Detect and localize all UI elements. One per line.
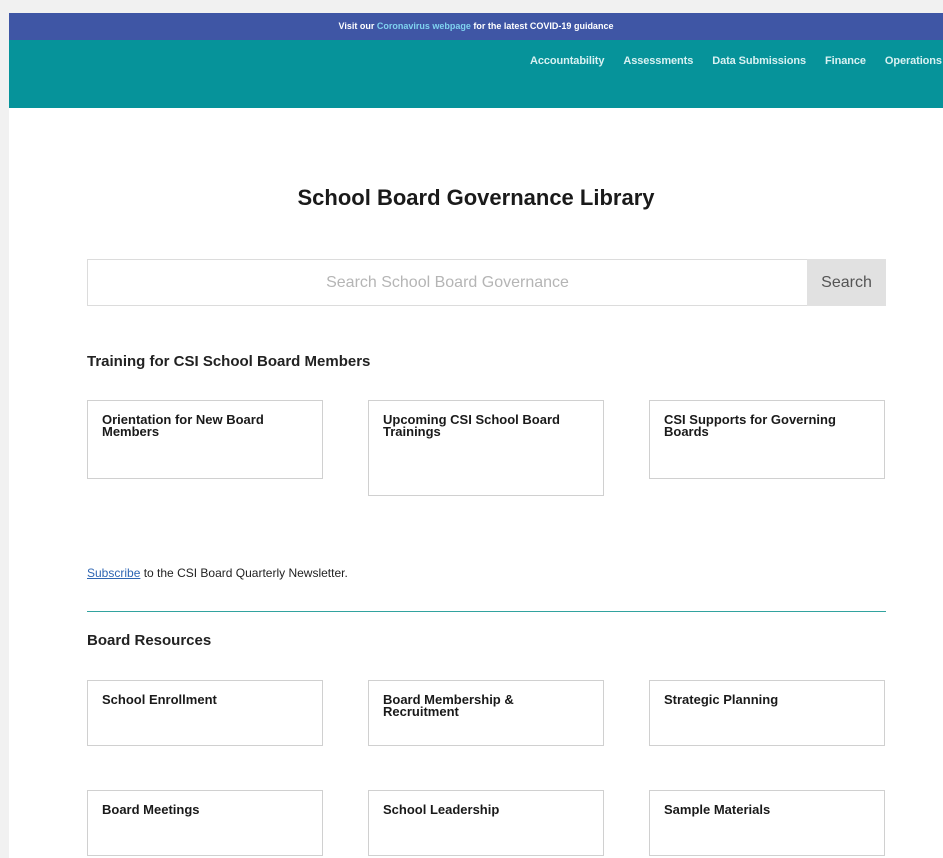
card-label: CSI Supports for Governing Boards xyxy=(664,412,836,439)
card-label: Board Membership & Recruitment xyxy=(383,692,514,719)
nav-item-data-submissions[interactable]: Data Submissions xyxy=(712,13,806,109)
card-label: Strategic Planning xyxy=(664,692,779,707)
subscribe-link[interactable]: Subscribe xyxy=(87,566,140,580)
card-label: Orientation for New Board Members xyxy=(102,412,264,439)
nav-item-accountability[interactable]: Accountability xyxy=(530,13,604,109)
card-label: School Leadership xyxy=(383,802,500,817)
card-school-enrollment[interactable]: School Enrollment xyxy=(87,680,323,746)
card-label: Board Meetings xyxy=(102,802,200,817)
resources-heading: Board Resources xyxy=(87,632,212,649)
card-label: School Enrollment xyxy=(102,692,217,707)
nav-item-operations[interactable]: Operations xyxy=(885,13,942,109)
card-label: Sample Materials xyxy=(664,802,771,817)
covid-banner-prefix: Visit our xyxy=(338,21,377,31)
section-divider xyxy=(87,611,886,612)
nav-item-assessments[interactable]: Assessments xyxy=(623,13,693,109)
subscribe-text: to the CSI Board Quarterly Newsletter. xyxy=(140,566,348,580)
nav-list: Accountability Assessments Data Submissi… xyxy=(530,13,943,109)
card-strategic-planning[interactable]: Strategic Planning xyxy=(649,680,885,746)
coronavirus-webpage-link[interactable]: Coronavirus webpage xyxy=(377,21,471,31)
card-upcoming-trainings[interactable]: Upcoming CSI School Board Trainings xyxy=(368,400,604,496)
card-board-membership[interactable]: Board Membership & Recruitment xyxy=(368,680,604,746)
nav-item-finance[interactable]: Finance xyxy=(825,13,866,109)
page-title: School Board Governance Library xyxy=(297,185,655,210)
search-bar: Search xyxy=(87,259,886,306)
card-school-leadership[interactable]: School Leadership xyxy=(368,790,604,856)
card-sample-materials[interactable]: Sample Materials xyxy=(649,790,885,856)
training-heading: Training for CSI School Board Members xyxy=(87,353,371,370)
search-button[interactable]: Search xyxy=(807,259,886,306)
page: Visit our Coronavirus webpage for the la… xyxy=(9,13,943,858)
subscribe-line: Subscribe to the CSI Board Quarterly New… xyxy=(87,566,348,580)
card-csi-supports[interactable]: CSI Supports for Governing Boards xyxy=(649,400,885,479)
search-input[interactable] xyxy=(87,259,807,306)
card-label: Upcoming CSI School Board Trainings xyxy=(383,412,560,439)
card-orientation-new-board-members[interactable]: Orientation for New Board Members xyxy=(87,400,323,479)
card-board-meetings[interactable]: Board Meetings xyxy=(87,790,323,856)
